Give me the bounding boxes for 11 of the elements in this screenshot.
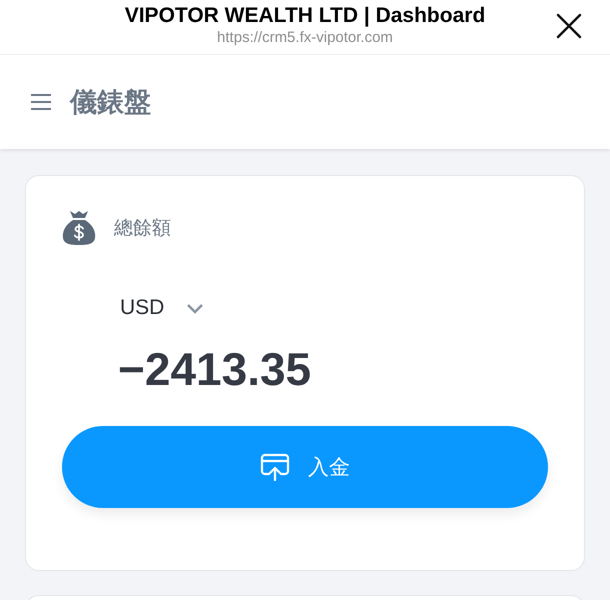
chevron-down-icon (186, 302, 204, 314)
menu-icon[interactable] (30, 93, 52, 111)
currency-dropdown[interactable]: USD (120, 296, 204, 320)
page-title: VIPOTOR WEALTH LTD | Dashboard (124, 4, 486, 28)
page-heading: 儀錶盤 (70, 86, 151, 120)
close-icon[interactable] (556, 13, 582, 39)
card-upload-icon (260, 453, 290, 481)
balance-label: 總餘額 (114, 216, 171, 241)
url-text: https://crm5.fx-vipotor.com (216, 28, 394, 48)
balance-amount: −2413.35 (118, 342, 312, 396)
money-bag-icon (62, 210, 96, 246)
